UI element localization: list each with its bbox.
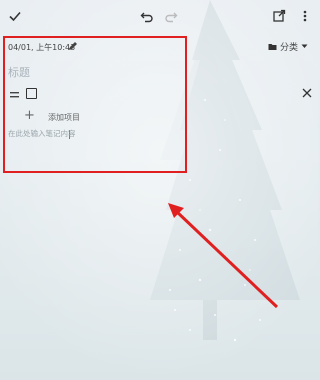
undo-icon[interactable] bbox=[138, 7, 156, 25]
top-toolbar bbox=[0, 0, 318, 34]
share-icon[interactable] bbox=[270, 7, 288, 25]
folder-icon bbox=[268, 44, 277, 50]
highlight-box bbox=[3, 36, 187, 173]
category-selector[interactable]: 分类 bbox=[268, 40, 308, 53]
close-icon[interactable] bbox=[300, 86, 314, 100]
redo-icon[interactable] bbox=[162, 7, 180, 25]
more-vert-icon[interactable] bbox=[296, 7, 314, 25]
check-icon[interactable] bbox=[6, 7, 24, 25]
category-label: 分类 bbox=[279, 43, 298, 53]
chevron-down-icon bbox=[301, 44, 308, 48]
